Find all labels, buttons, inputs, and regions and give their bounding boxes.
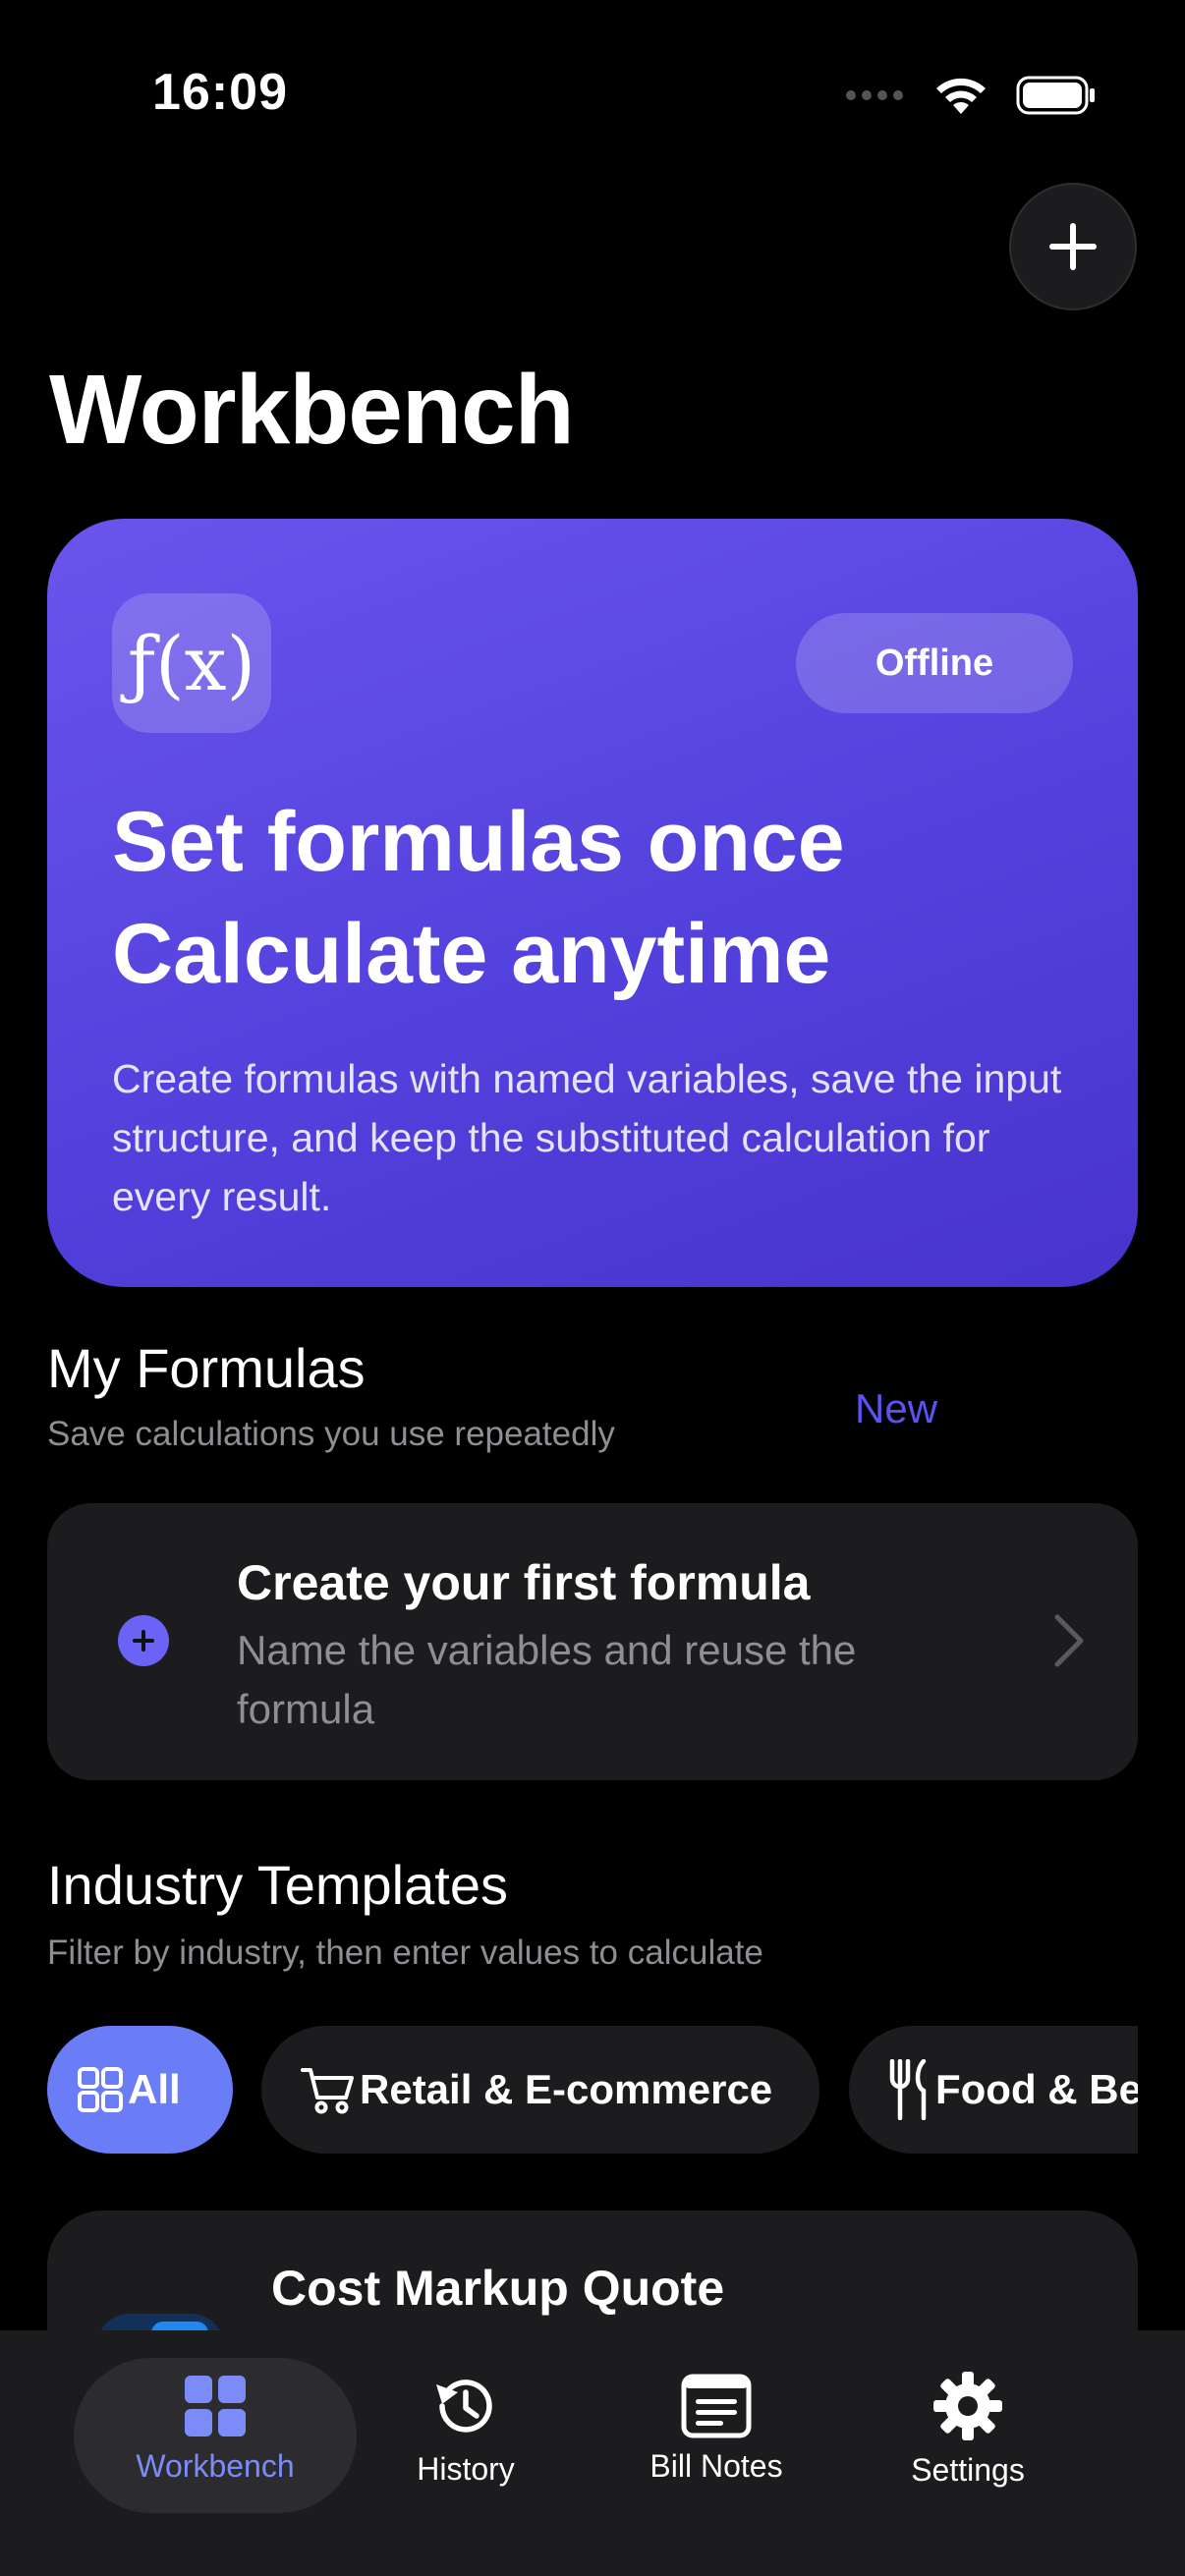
first-formula-description: Name the variables and reuse the formula	[237, 1627, 857, 1732]
chip-all[interactable]: All	[47, 2026, 233, 2154]
battery-icon	[1016, 76, 1095, 115]
my-formulas-subtitle: Save calculations you use repeatedly	[47, 1415, 615, 1453]
chip-food-beverage[interactable]: Food & Beverage	[849, 2026, 1138, 2154]
function-badge-icon: ƒ(x)	[112, 593, 271, 733]
hero-description: Create formulas with named variables, sa…	[112, 1056, 1062, 1219]
industry-filter-chips: All Retail & E-commerce Food & Beverage	[47, 2026, 1138, 2156]
history-icon	[436, 2379, 492, 2433]
tab-bill-notes[interactable]: Bill Notes	[593, 2330, 839, 2527]
wifi-icon	[936, 78, 986, 114]
plus-circle-icon	[118, 1615, 169, 1666]
status-indicators	[845, 71, 1097, 120]
tab-workbench[interactable]: Workbench	[92, 2330, 338, 2527]
create-first-formula-card[interactable]: Create your first formula Name the varia…	[47, 1503, 1138, 1780]
cart-icon	[301, 2068, 354, 2114]
chip-label: Food & Beverage	[935, 2066, 1138, 2112]
hero-title-line-1: Set formulas once	[112, 795, 845, 889]
chip-label: All	[128, 2066, 181, 2112]
notes-icon	[681, 2374, 752, 2437]
plus-icon	[1049, 223, 1097, 270]
tab-bar: Workbench History Bill Notes Settings	[0, 2330, 1185, 2576]
templates-subtitle: Filter by industry, then enter values to…	[47, 1933, 763, 1972]
templates-title: Industry Templates	[47, 1854, 508, 1916]
tab-label: Workbench	[136, 2447, 295, 2484]
template-title: Cost Markup Quote	[271, 2261, 725, 2316]
first-formula-title: Create your first formula	[237, 1555, 811, 1610]
my-formulas-title: My Formulas	[47, 1337, 366, 1399]
tab-label: Settings	[911, 2451, 1025, 2488]
fork-knife-icon	[889, 2059, 927, 2120]
grid-icon	[78, 2067, 123, 2112]
hero-title-line-2: Calculate anytime	[112, 907, 831, 1001]
tab-history[interactable]: History	[343, 2330, 589, 2527]
add-formula-button[interactable]	[1009, 183, 1137, 310]
tab-label: History	[417, 2450, 515, 2487]
page-title: Workbench	[49, 355, 575, 465]
chevron-right-icon	[1054, 1614, 1084, 1667]
status-time: 16:09	[152, 64, 288, 121]
grid-icon	[185, 2375, 246, 2436]
cellular-signal-icon	[846, 90, 903, 100]
gear-icon	[933, 2371, 1002, 2440]
offline-badge: Offline	[796, 613, 1073, 713]
chip-retail-ecommerce[interactable]: Retail & E-commerce	[261, 2026, 819, 2154]
hero-title: Set formulas once Calculate anytime	[112, 786, 1095, 1010]
chip-label: Retail & E-commerce	[360, 2066, 773, 2112]
new-formula-link[interactable]: New	[855, 1385, 937, 1432]
tab-settings[interactable]: Settings	[845, 2330, 1091, 2527]
tab-label: Bill Notes	[649, 2447, 783, 2484]
hero-card: ƒ(x) Offline Set formulas once Calculate…	[47, 519, 1138, 1287]
